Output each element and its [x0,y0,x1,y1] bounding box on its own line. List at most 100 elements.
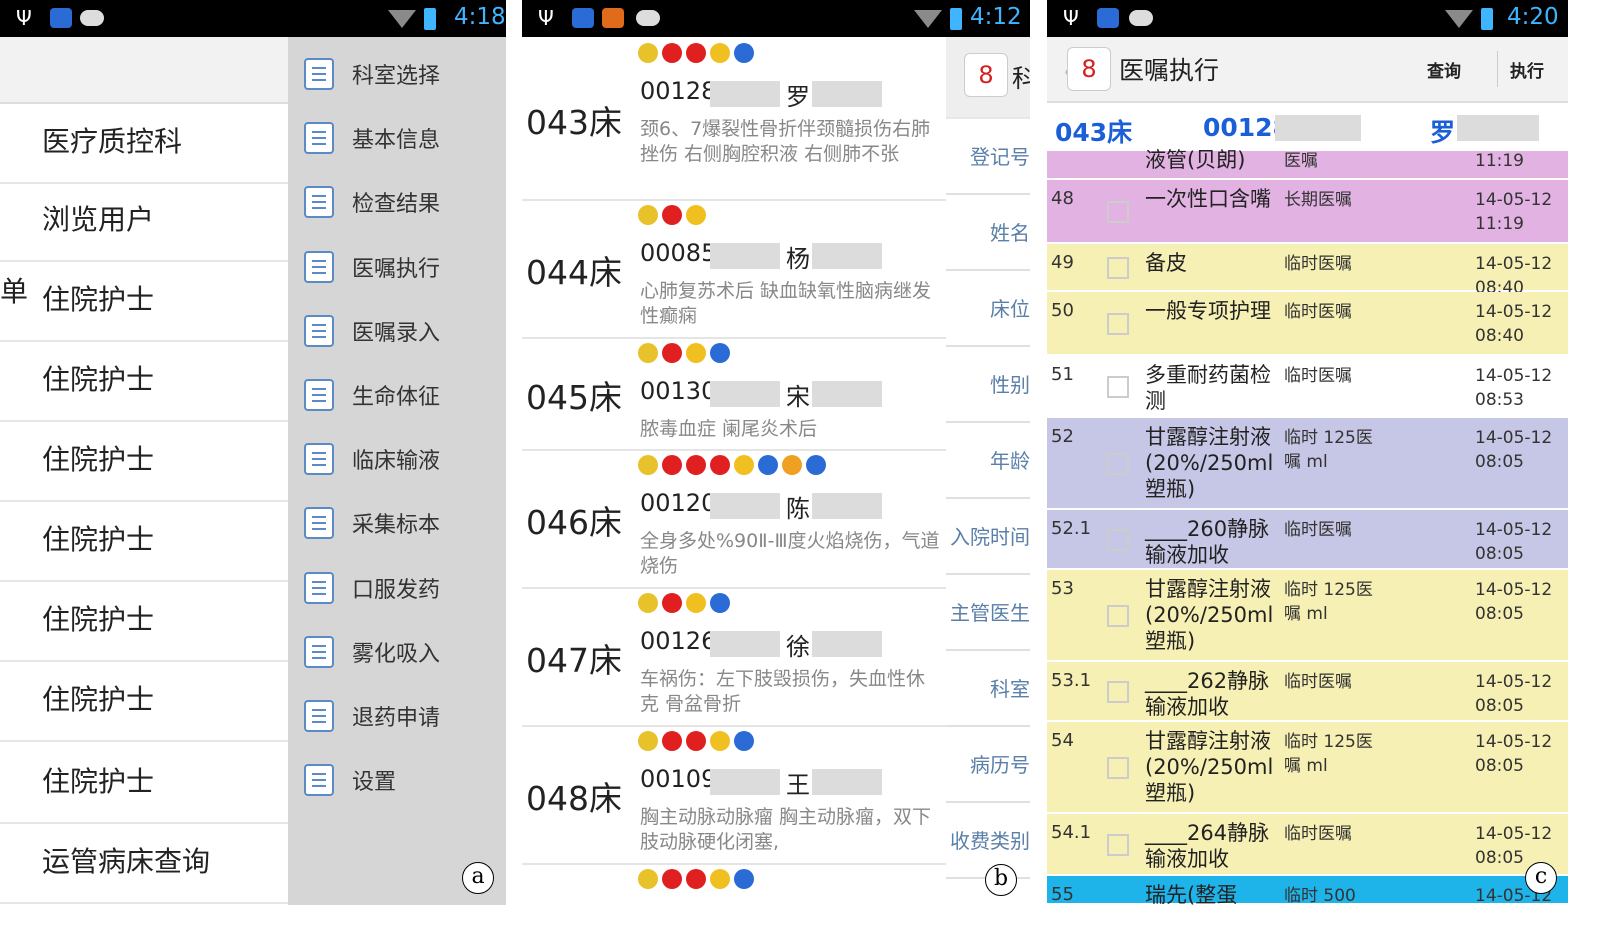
order-row[interactable]: 53.1 ____262静脉输液加收 临时医嘱 14-05-12 08:05 [1047,662,1568,722]
status-flag-icon [686,205,706,225]
order-checkbox[interactable] [1107,257,1129,279]
query-button[interactable]: 查询 [1427,57,1461,82]
status-flag-icon [662,731,682,751]
patient-surname: 徐 [786,633,810,661]
order-checkbox[interactable] [1107,529,1129,551]
order-checkbox[interactable] [1107,681,1129,703]
menu-item[interactable]: 医嘱录入 [288,299,506,363]
redacted-block [812,243,882,269]
menu-item[interactable]: 口服发药 [288,556,506,620]
patient-row[interactable]: 043床 00128 罗颈6、7爆裂性骨折伴颈髓损伤右肺挫伤 右侧胸腔积液 右侧肺不… [522,37,946,201]
order-checkbox[interactable] [1107,834,1129,856]
order-checkbox[interactable] [1107,376,1129,398]
order-row[interactable]: 50 一般专项护理 临时医嘱 14-05-12 08:40 [1047,292,1568,356]
role-list-label: 住院护士 [42,765,155,798]
role-list-item[interactable]: 住院护士 [0,420,288,502]
detail-field: 主管医生 [946,575,1030,651]
order-checkbox[interactable] [1107,757,1129,779]
patient-surname: 罗 [1430,118,1456,147]
patient-row[interactable]: 045床 00130 宋脓毒血症 阑尾炎术后 [522,337,946,451]
list-icon [304,250,334,283]
patient-row[interactable] [522,863,946,905]
menu-item[interactable]: 科室选择 [288,42,506,106]
order-checkbox[interactable] [1107,453,1129,475]
status-flag-icon [638,455,658,475]
detail-field: 登记号 [946,119,1030,195]
role-list-item[interactable]: 运管病床查询 [0,822,288,904]
patient-row[interactable]: 048床 00109 王胸主动脉动脉瘤 胸主动脉瘤，双下肢动脉硬化闭塞, [522,725,946,865]
order-checkbox[interactable] [1107,313,1129,335]
order-name: 一般专项护理 [1145,299,1271,323]
order-type: 临时医嘱 [1284,520,1352,540]
order-row[interactable]: 52.1 ____260静脉输液加收 临时医嘱 14-05-12 08:05 [1047,510,1568,570]
order-checkbox[interactable] [1107,605,1129,627]
role-list-item[interactable]: 住院护士 [0,580,288,662]
menu-item-label: 采集标本 [352,513,441,539]
role-list-label: 浏览用户 [42,203,155,236]
patient-detail-pane: 〈 8 科 登记号姓名床位性别年龄入院时间主管医生科室病历号收费类别职业 [946,37,1030,905]
menu-item[interactable]: 检查结果 [288,170,506,234]
order-name: 甘露醇注射液(20%/250ml塑瓶) [1145,729,1274,805]
status-time: 4:20 [1507,4,1559,30]
patient-id: 00120 [640,489,717,517]
detail-field: 性别 [946,347,1030,423]
order-row[interactable]: 55 瑞先(整蛋 临时 500 14-05-12 [1047,876,1568,905]
menu-item[interactable]: 雾化吸入 [288,620,506,684]
detail-field-label: 病历号 [970,753,1030,777]
order-row[interactable]: 53 甘露醇注射液(20%/250ml塑瓶) 临时 125医嘱 ml 14-05-12… [1047,570,1568,662]
menu-item-label: 医嘱执行 [352,256,441,282]
panel-label: c [1525,862,1557,894]
menu-item[interactable]: 临床输液 [288,427,506,491]
menu-item[interactable]: 医嘱执行 [288,235,506,299]
role-list-item[interactable]: 住院护士 [0,500,288,582]
status-flag-icon [638,869,658,889]
status-flag-icon [662,869,682,889]
order-row[interactable]: 54.1 ____264静脉输液加收 临时医嘱 14-05-12 08:05 [1047,814,1568,876]
menu-item[interactable]: 退药申请 [288,684,506,748]
role-list-item[interactable]: 住院护士 [0,260,288,342]
usb-icon: Ψ [16,6,32,30]
order-checkbox[interactable] [1107,201,1129,223]
role-list-header [0,37,288,104]
role-list-item[interactable]: 住院护士 [0,340,288,422]
order-type: 临时医嘱 [1284,366,1352,386]
order-row[interactable]: 48 一次性口含嘴 长期医嘱 14-05-12 11:19 [1047,180,1568,244]
status-bar: Ψ 4:18 [0,0,506,37]
menu-item[interactable]: 生命体征 [288,363,506,427]
order-type: 临时 125医嘱 ml [1284,732,1373,776]
status-flag-icon [686,43,706,63]
detail-field-label: 科室 [990,677,1030,701]
role-list-item[interactable]: 住院护士 [0,742,288,824]
role-list-item[interactable]: 医疗质控科 [0,102,288,184]
redacted-block [1457,115,1539,141]
detail-field-label: 年龄 [990,449,1030,473]
order-row[interactable]: 52 甘露醇注射液(20%/250ml塑瓶) 临时 125医嘱 ml 14-05-12… [1047,418,1568,510]
role-list-item[interactable]: 住院护士 [0,660,288,742]
menu-item[interactable]: 设置 [288,748,506,812]
order-time: 14-05-12 08:05 [1475,580,1553,624]
execute-button[interactable]: 执行 [1510,57,1544,82]
order-name: 甘露醇注射液(20%/250ml塑瓶) [1145,577,1274,653]
order-row[interactable]: 液管(贝朗) 医嘱 11:19 [1047,148,1568,180]
list-icon [304,443,334,476]
detail-field-label: 姓名 [990,221,1030,245]
order-row[interactable]: 49 备皮 临时医嘱 14-05-12 08:40 [1047,244,1568,298]
cat-icon [1129,10,1153,26]
list-icon [304,571,334,604]
role-list-item[interactable]: 浏览用户 [0,180,288,262]
divider [1497,51,1498,87]
status-flag-icon [662,43,682,63]
notification-icon [572,8,594,28]
status-flag-icon [686,731,706,751]
menu-item[interactable]: 基本信息 [288,106,506,170]
patient-row[interactable]: 046床 00120 陈全身多处%90Ⅱ-Ⅲ度火焰烧伤，气道烧伤 [522,449,946,589]
action-bar: 〈 8 医嘱执行 查询 执行 [1047,37,1568,103]
patient-row[interactable]: 044床 00085 杨心肺复苏术后 缺血缺氧性脑病继发性癫痫 [522,199,946,339]
order-row[interactable]: 54 甘露醇注射液(20%/250ml塑瓶) 临时 125医嘱 ml 14-05-12… [1047,722,1568,814]
order-type: 临时 125医嘱 ml [1284,580,1373,624]
detail-field-label: 登记号 [970,145,1030,169]
order-row[interactable]: 51 多重耐药菌检测 临时医嘱 14-05-12 08:53 [1047,356,1568,418]
order-number: 52 [1051,426,1074,447]
menu-item[interactable]: 采集标本 [288,491,506,555]
patient-row[interactable]: 047床 00126 徐车祸伤：左下肢毁损伤，失血性休克 骨盆骨折 [522,587,946,727]
